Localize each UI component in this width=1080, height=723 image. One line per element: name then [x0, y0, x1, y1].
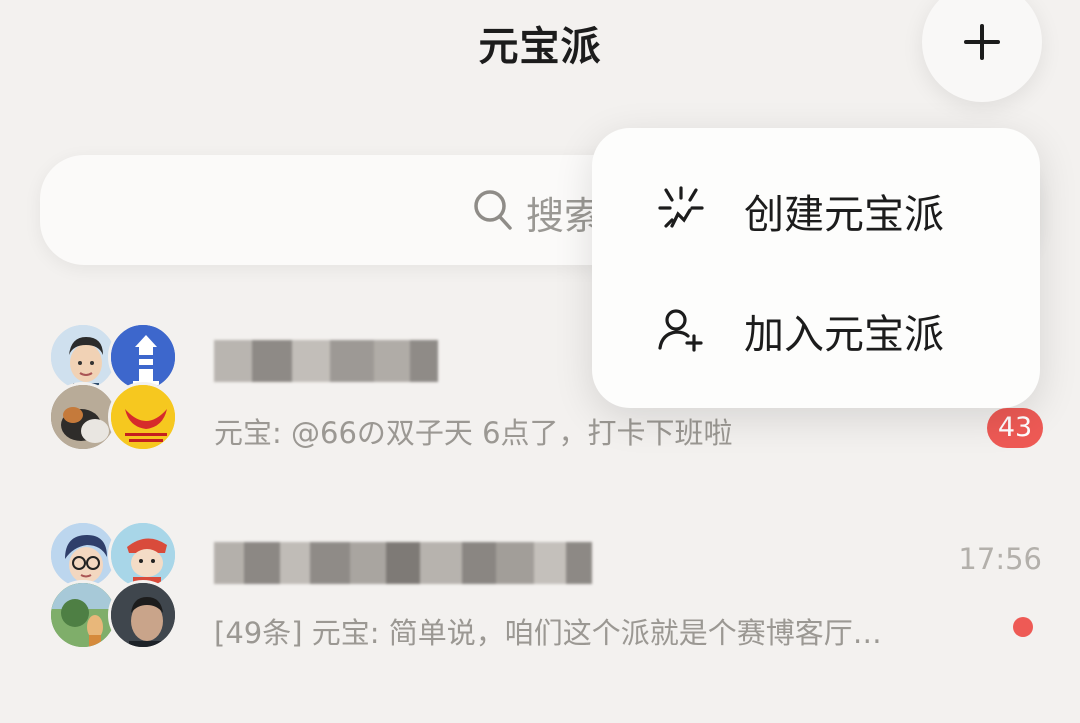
chat-preview: [49条] 元宝: 简单说，咱们这个派就是个赛博客厅…	[214, 616, 882, 650]
chat-name-obscured	[214, 340, 438, 382]
add-button[interactable]	[922, 0, 1042, 102]
chat-preview: 元宝: @66の双子天 6点了，打卡下班啦	[214, 416, 733, 450]
photo-man-avatar	[108, 580, 178, 650]
page-title: 元宝派	[478, 24, 602, 70]
group-avatar	[48, 322, 178, 457]
chat-time: 17:56	[958, 542, 1042, 576]
sparkle-create-icon	[658, 186, 704, 228]
unread-badge: 43	[987, 408, 1043, 448]
group-avatar	[48, 520, 178, 655]
menu-item-create[interactable]: 创建元宝派	[592, 158, 1040, 258]
chat-name-obscured	[214, 542, 592, 584]
menu-item-label: 创建元宝派	[744, 192, 944, 238]
chat-list-item[interactable]: 17:56 [49条] 元宝: 简单说，咱们这个派就是个赛博客厅…	[0, 520, 1080, 680]
add-person-icon	[658, 309, 703, 352]
menu-item-label: 加入元宝派	[744, 312, 944, 358]
add-menu-popup: 创建元宝派 加入元宝派	[592, 128, 1040, 408]
menu-item-join[interactable]: 加入元宝派	[592, 278, 1040, 378]
search-placeholder: 搜索	[526, 194, 603, 238]
happiness-logo-avatar	[108, 382, 178, 452]
plus-icon	[964, 24, 1000, 60]
search-icon	[474, 190, 512, 230]
unread-dot	[1013, 617, 1033, 637]
